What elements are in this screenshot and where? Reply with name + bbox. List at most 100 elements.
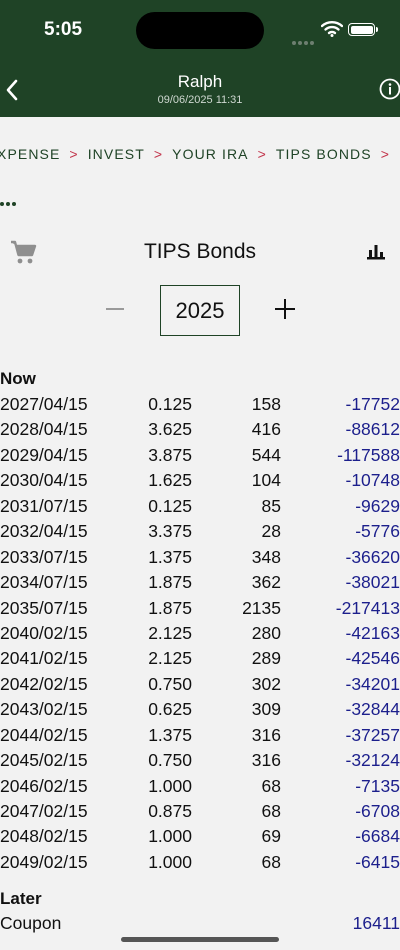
bond-value: -32124 [345, 750, 400, 771]
bond-row[interactable]: 2034/07/15 1.875 362 -38021 [0, 569, 400, 594]
later-row-value: 16411 [352, 913, 400, 933]
info-circle-icon[interactable] [379, 78, 400, 100]
bond-date: 2047/02/15 [0, 801, 88, 821]
bond-row[interactable]: 2043/02/15 0.625 309 -32844 [0, 696, 400, 721]
bond-value: -217413 [335, 597, 400, 618]
bond-rate: 1.375 [148, 546, 192, 567]
bond-row[interactable]: 2031/07/15 0.125 85 -9629 [0, 493, 400, 518]
bond-rate: 0.625 [148, 699, 192, 720]
bond-quantity: 348 [251, 546, 281, 567]
bond-quantity: 316 [251, 750, 281, 771]
bond-row[interactable]: 2047/02/15 0.875 68 -6708 [0, 798, 400, 823]
bond-rate: 3.625 [148, 419, 192, 440]
nav-subtitle: 09/06/2025 11:31 [157, 94, 243, 106]
bond-row[interactable]: 2048/02/15 1.000 69 -6684 [0, 823, 400, 848]
bond-value: -42546 [345, 648, 400, 669]
bond-value: -88612 [345, 419, 400, 440]
bond-date: 2032/04/15 [0, 521, 88, 542]
decrement-year-button[interactable] [98, 292, 132, 326]
bond-quantity: 28 [261, 521, 281, 542]
bond-rate: 0.750 [148, 673, 192, 694]
increment-year-button[interactable] [268, 292, 302, 326]
bond-value: -38021 [345, 572, 400, 593]
bond-value: -9629 [355, 495, 400, 516]
bond-value: -6708 [355, 801, 400, 821]
bond-date: 2030/04/15 [0, 470, 88, 491]
app-header: 5:05 Ralph 09/06/2025 11:31 [0, 0, 400, 117]
bond-date: 2043/02/15 [0, 699, 88, 720]
bond-rate: 0.750 [148, 750, 192, 771]
section-header-now: Now [0, 369, 36, 388]
bond-row[interactable]: 2030/04/15 1.625 104 -10748 [0, 467, 400, 492]
bond-value: -7135 [355, 775, 400, 796]
later-row-coupon[interactable]: Coupon 16411 [0, 913, 400, 937]
bond-quantity: 2135 [242, 597, 281, 618]
bond-row[interactable]: 2046/02/15 1.000 68 -7135 [0, 773, 400, 798]
bond-value: -6415 [355, 851, 400, 872]
bond-date: 2048/02/15 [0, 826, 88, 847]
bond-rate: 1.000 [148, 851, 192, 872]
bond-date: 2028/04/15 [0, 419, 88, 440]
bond-row[interactable]: 2028/04/15 3.625 416 -88612 [0, 416, 400, 441]
bond-quantity: 158 [251, 394, 281, 414]
bond-value: -32844 [345, 699, 400, 720]
bond-quantity: 69 [261, 826, 281, 847]
bond-value: -17752 [345, 394, 400, 414]
bond-rate: 1.875 [148, 572, 192, 593]
bond-list: 2027/04/15 0.125 158 -17752 2028/04/15 3.625 4… [0, 391, 400, 874]
bond-rate: 1.625 [148, 470, 192, 491]
bond-row[interactable]: 2049/02/15 1.000 68 -6415 [0, 849, 400, 874]
bond-quantity: 544 [251, 444, 281, 465]
bond-row[interactable]: 2027/04/15 0.125 158 -17752 [0, 391, 400, 416]
bond-date: 2044/02/15 [0, 724, 88, 745]
bond-quantity: 85 [261, 495, 281, 516]
battery-icon [348, 23, 378, 36]
bond-quantity: 302 [251, 673, 281, 694]
bond-date: 2034/07/15 [0, 572, 88, 593]
bond-row[interactable]: 2032/04/15 3.375 28 -5776 [0, 518, 400, 543]
breadcrumb-separator: > [380, 146, 390, 162]
bond-rate: 3.375 [148, 521, 192, 542]
bond-rate: 0.875 [148, 801, 192, 821]
breadcrumb-item-tips-bonds[interactable]: TIPS BONDS [276, 146, 372, 162]
bond-row[interactable]: 2035/07/15 1.875 2135 -217413 [0, 595, 400, 620]
bond-quantity: 280 [251, 622, 281, 643]
bond-row[interactable]: 2044/02/15 1.375 316 -37257 [0, 722, 400, 747]
bond-value: -6684 [355, 826, 400, 847]
bar-chart-icon[interactable] [366, 243, 386, 263]
bond-row[interactable]: 2042/02/15 0.750 302 -34201 [0, 671, 400, 696]
bond-quantity: 68 [261, 801, 281, 821]
bond-date: 2046/02/15 [0, 775, 88, 796]
breadcrumb-separator: > [257, 146, 267, 162]
bond-rate: 0.125 [148, 495, 192, 516]
bond-quantity: 362 [251, 572, 281, 593]
bond-quantity: 309 [251, 699, 281, 720]
bond-date: 2042/02/15 [0, 673, 88, 694]
year-field[interactable]: 2025 [160, 285, 240, 336]
breadcrumb-item-invest[interactable]: INVEST [88, 146, 145, 162]
bond-row[interactable]: 2040/02/15 2.125 280 -42163 [0, 620, 400, 645]
bond-value: -36620 [345, 546, 400, 567]
cellular-signal-icon [292, 32, 316, 50]
bond-quantity: 104 [251, 470, 281, 491]
home-indicator [121, 937, 279, 942]
breadcrumb-item-expense[interactable]: XPENSE [0, 146, 60, 162]
status-time: 5:05 [44, 19, 83, 40]
bond-row[interactable]: 2033/07/15 1.375 348 -36620 [0, 544, 400, 569]
bond-row[interactable]: 2045/02/15 0.750 316 -32124 [0, 747, 400, 772]
bond-date: 2045/02/15 [0, 750, 88, 771]
bond-row[interactable]: 2041/02/15 2.125 289 -42546 [0, 645, 400, 670]
bond-date: 2049/02/15 [0, 851, 88, 872]
bond-date: 2033/07/15 [0, 546, 88, 567]
later-row-label: Coupon [0, 913, 62, 933]
bond-value: -34201 [345, 673, 400, 694]
bond-value: -5776 [355, 521, 400, 542]
breadcrumb: XPENSE > INVEST > YOUR IRA > TIPS BONDS > [0, 146, 400, 162]
more-dots-icon[interactable] [0, 193, 18, 211]
bond-value: -42163 [345, 622, 400, 643]
section-header-later: Later [0, 889, 42, 908]
bond-row[interactable]: 2029/04/15 3.875 544 -117588 [0, 442, 400, 467]
bond-value: -10748 [345, 470, 400, 491]
breadcrumb-item-your-ira[interactable]: YOUR IRA [172, 146, 248, 162]
breadcrumb-separator: > [69, 146, 79, 162]
